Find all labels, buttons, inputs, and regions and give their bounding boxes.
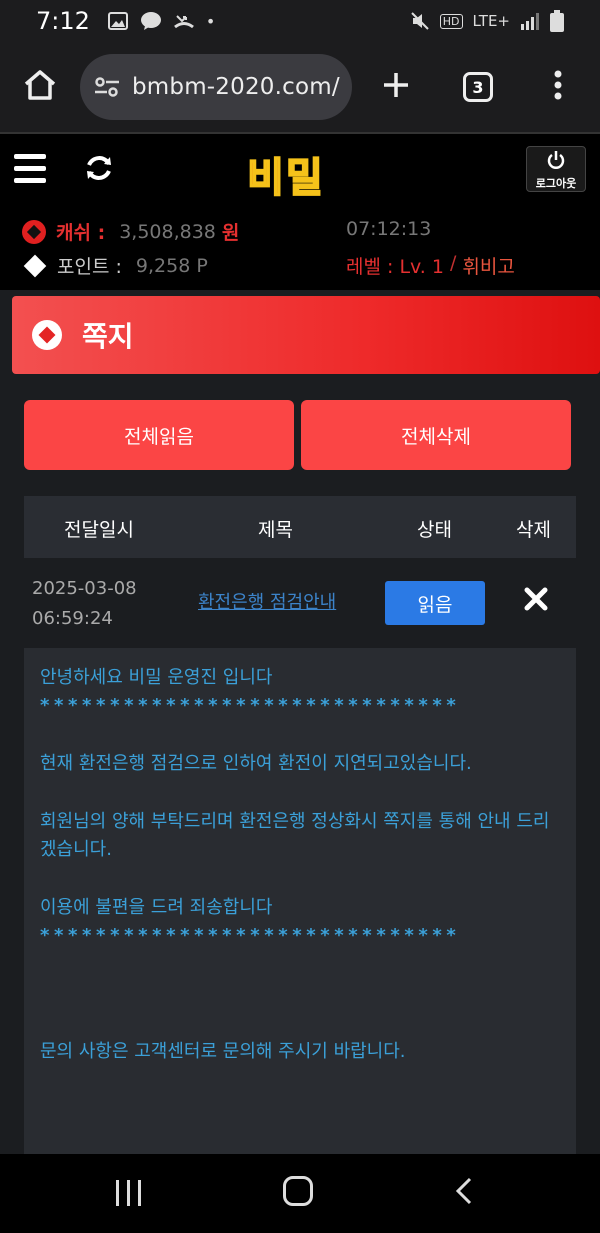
system-nav-bar xyxy=(0,1154,600,1233)
missed-call-icon xyxy=(173,15,194,29)
logout-label: 로그아웃 xyxy=(535,177,577,190)
hd-badge: HD xyxy=(439,13,463,29)
address-bar[interactable]: bmbm-2020.com/ xyxy=(80,54,352,120)
header-delete: 삭제 xyxy=(516,519,551,541)
cash-row: 캐쉬 : 3,508,838 원 xyxy=(22,218,239,245)
table-header: 전달일시 제목 상태 삭제 xyxy=(24,496,576,558)
message-page: 쪽지 전체읽음 전체삭제 전달일시 제목 상태 삭제 2025-03-08 06… xyxy=(0,290,600,1154)
level-label: 레벨 : Lv. 1 xyxy=(346,256,444,278)
mute-icon xyxy=(411,12,429,30)
account-info: 캐쉬 : 3,508,838 원 포인트 : 9,258 P 07:12:13 … xyxy=(0,210,600,290)
header-subject: 제목 xyxy=(258,519,293,541)
site-settings-icon[interactable] xyxy=(94,77,120,97)
tab-count: 3 xyxy=(463,72,493,102)
status-time: 7:12 xyxy=(36,7,90,35)
browser-home-button[interactable] xyxy=(0,69,80,105)
level-info: 레벨 : Lv. 1 / 휘비고 xyxy=(346,252,515,279)
message-separator: ****************************** xyxy=(40,695,461,716)
browser-menu-button[interactable] xyxy=(516,70,600,104)
home-button[interactable] xyxy=(283,1176,313,1206)
soccer-ball-icon xyxy=(32,320,62,350)
site-logo[interactable]: 비밀 xyxy=(234,146,338,202)
diamond-icon xyxy=(23,254,47,277)
message-datetime: 2025-03-08 06:59:24 xyxy=(32,574,137,634)
network-type: LTE+ xyxy=(472,12,511,30)
message-date: 2025-03-08 xyxy=(32,578,137,599)
read-status-button[interactable]: 읽음 xyxy=(385,581,485,625)
message-greeting: 안녕하세요 비밀 운영진 입니다 xyxy=(40,667,273,688)
new-tab-button[interactable] xyxy=(352,71,440,103)
image-icon xyxy=(107,12,128,30)
browser-toolbar: bmbm-2020.com/ 3 xyxy=(0,42,600,134)
system-icons: HD LTE+ xyxy=(410,10,564,32)
recents-button[interactable] xyxy=(116,1180,141,1206)
message-time: 06:59:24 xyxy=(32,608,113,629)
points-label: 포인트 : xyxy=(57,256,122,278)
page-title-banner: 쪽지 xyxy=(12,296,600,374)
read-all-button[interactable]: 전체읽음 xyxy=(24,400,294,470)
logout-button[interactable]: 로그아웃 xyxy=(526,146,586,192)
page-title: 쪽지 xyxy=(82,320,134,353)
logo-text: 비밀 xyxy=(246,154,325,202)
message-subject-link[interactable]: 환전은행 점검안내 xyxy=(198,588,336,614)
back-button[interactable] xyxy=(454,1176,474,1210)
level-name: 휘비고 xyxy=(462,256,515,278)
points-value: 9,258 P xyxy=(135,254,208,277)
plus-icon xyxy=(384,73,408,97)
signal-icon xyxy=(521,13,539,30)
delete-icon[interactable] xyxy=(524,587,548,616)
power-icon xyxy=(547,151,565,169)
status-bar: 7:12 • HD LTE+ xyxy=(0,0,600,42)
more-vert-icon xyxy=(554,70,562,100)
refresh-icon[interactable] xyxy=(84,153,114,187)
soccer-ball-icon xyxy=(22,219,46,244)
site-header: 비밀 로그아웃 xyxy=(0,136,600,210)
menu-icon[interactable] xyxy=(14,154,46,190)
message-line: 이용에 불편을 드려 죄송합니다 xyxy=(40,897,273,918)
cash-label: 캐쉬 : xyxy=(56,222,106,244)
home-icon xyxy=(24,70,56,100)
tab-switcher-button[interactable]: 3 xyxy=(440,72,516,102)
notification-icons: • xyxy=(107,11,216,31)
url-text: bmbm-2020.com/ xyxy=(132,74,340,100)
message-separator: ****************************** xyxy=(40,925,461,946)
server-clock: 07:12:13 xyxy=(346,218,432,240)
table-row: 2025-03-08 06:59:24 환전은행 점검안내 읽음 xyxy=(24,558,576,648)
message-body: 안녕하세요 비밀 운영진 입니다 ***********************… xyxy=(24,648,576,1154)
message-line: 현재 환전은행 점검으로 인하여 환전이 지연되고있습니다. xyxy=(40,753,472,774)
header-date: 전달일시 xyxy=(64,519,134,541)
level-separator: / xyxy=(449,252,457,274)
dot-icon: • xyxy=(205,11,216,31)
header-status: 상태 xyxy=(417,519,452,541)
delete-all-button[interactable]: 전체삭제 xyxy=(301,400,571,470)
battery-icon xyxy=(550,10,564,32)
message-line: 회원님의 양해 부탁드리며 환전은행 정상화시 쪽지를 통해 안내 드리겠습니다… xyxy=(40,811,550,860)
cash-value: 3,508,838 xyxy=(119,220,216,243)
talk-icon xyxy=(140,12,161,30)
message-line: 문의 사항은 고객센터로 문의해 주시기 바랍니다. xyxy=(40,1041,406,1062)
points-row: 포인트 : 9,258 P xyxy=(22,252,208,279)
cash-unit: 원 xyxy=(221,222,240,244)
